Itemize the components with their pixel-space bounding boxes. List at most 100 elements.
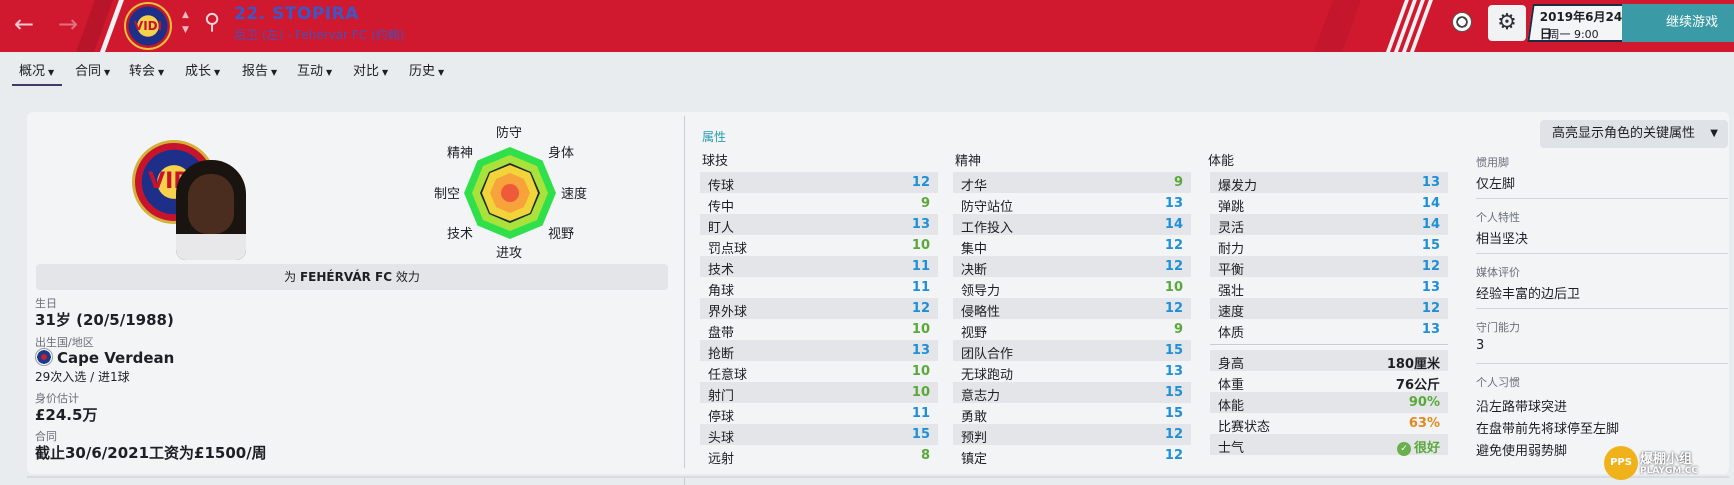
radar-label-defending: 防守 [496, 126, 523, 141]
physical-extra-row: 比赛状态 63% [1210, 413, 1448, 435]
attribute-value: 10 [911, 322, 930, 337]
player-shirt [176, 234, 246, 260]
attribute-row[interactable]: 界外球 12 [700, 298, 938, 320]
extra-name: 士气 [1218, 441, 1245, 456]
attribute-row[interactable]: 平衡 12 [1210, 256, 1448, 278]
attribute-row[interactable]: 强壮 13 [1210, 277, 1448, 299]
highlight-key-attributes-dropdown[interactable]: 高亮显示角色的关键属性 ▼ [1540, 120, 1728, 148]
arrow-right-icon: → [57, 10, 79, 38]
attribute-value: 13 [911, 217, 930, 232]
attribute-row[interactable]: 头球 15 [700, 424, 938, 446]
football-icon[interactable] [1452, 12, 1472, 32]
game-date[interactable]: 2019年6月24日 周一 9:00 [1527, 4, 1631, 42]
attribute-row[interactable]: 防守站位 13 [953, 193, 1191, 215]
attribute-name: 任意球 [708, 368, 748, 383]
attribute-value: 11 [911, 280, 930, 295]
attribute-name: 领导力 [961, 284, 1001, 299]
attribute-row[interactable]: 速度 12 [1210, 298, 1448, 320]
attribute-value: 13 [1164, 196, 1183, 211]
attribute-row[interactable]: 传中 9 [700, 193, 938, 215]
page-title: 22. STOPIRA [234, 4, 359, 24]
international-caps: 29次入选 / 进1球 [35, 370, 130, 384]
back-button[interactable]: ← [8, 8, 40, 40]
attribute-row[interactable]: 弹跳 14 [1210, 193, 1448, 215]
tab-reports[interactable]: 报告 ▼ [242, 60, 277, 79]
attribute-row[interactable]: 罚点球 10 [700, 235, 938, 257]
player-nav-arrows[interactable]: ▲ ▼ [182, 8, 189, 38]
attribute-row[interactable]: 角球 11 [700, 277, 938, 299]
forward-button[interactable]: → [52, 8, 84, 40]
attribute-name: 速度 [1218, 305, 1245, 320]
extra-name: 体能 [1218, 399, 1245, 414]
attribute-row[interactable]: 团队合作 15 [953, 340, 1191, 362]
extra-value: 180厘米 [1386, 357, 1440, 372]
separator [1476, 198, 1728, 199]
attribute-row[interactable]: 技术 11 [700, 256, 938, 278]
search-icon[interactable]: ⚲ [204, 10, 220, 35]
attribute-name: 盘带 [708, 326, 735, 341]
mental-title: 精神 [955, 154, 982, 169]
habit-item: 沿左路带球突进 [1476, 400, 1568, 415]
attribute-row[interactable]: 任意球 10 [700, 361, 938, 383]
attribute-row[interactable]: 盘带 10 [700, 319, 938, 341]
attribute-row[interactable]: 视野 9 [953, 319, 1191, 341]
attribute-row[interactable]: 远射 8 [700, 445, 938, 467]
attribute-row[interactable]: 集中 12 [953, 235, 1191, 257]
attribute-row[interactable]: 抢断 13 [700, 340, 938, 362]
player-face [188, 174, 234, 234]
chevron-down-icon[interactable]: ▼ [182, 23, 189, 38]
attribute-name: 体质 [1218, 326, 1245, 341]
attribute-row[interactable]: 领导力 10 [953, 277, 1191, 299]
chevron-up-icon[interactable]: ▲ [182, 8, 189, 23]
attribute-row[interactable]: 镇定 12 [953, 445, 1191, 467]
attribute-value: 10 [911, 385, 930, 400]
tab-contract[interactable]: 合同 ▼ [75, 60, 110, 79]
attribute-name: 决断 [961, 263, 988, 278]
attribute-row[interactable]: 工作投入 14 [953, 214, 1191, 236]
physical-extra-row: 身高 180厘米 [1210, 350, 1448, 372]
attribute-value: 9 [1173, 175, 1183, 190]
radar-label-attacking: 进攻 [496, 246, 523, 261]
attribute-row[interactable]: 才华 9 [953, 172, 1191, 194]
tab-interaction[interactable]: 互动 ▼ [297, 60, 332, 79]
attribute-row[interactable]: 传球 12 [700, 172, 938, 194]
attribute-row[interactable]: 侵略性 12 [953, 298, 1191, 320]
attribute-name: 视野 [961, 326, 988, 341]
settings-button[interactable]: ⚙ [1488, 5, 1526, 41]
attribute-row[interactable]: 盯人 13 [700, 214, 938, 236]
attribute-row[interactable]: 决断 12 [953, 256, 1191, 278]
separator [1476, 363, 1728, 364]
attribute-row[interactable]: 停球 11 [700, 403, 938, 425]
attribute-row[interactable]: 射门 10 [700, 382, 938, 404]
attribute-value: 12 [1421, 259, 1440, 274]
tab-development[interactable]: 成长 ▼ [185, 60, 220, 79]
attribute-row[interactable]: 勇敢 15 [953, 403, 1191, 425]
technical-title: 球技 [702, 154, 729, 169]
chevron-down-icon: ▼ [48, 68, 55, 77]
attribute-row[interactable]: 爆发力 13 [1210, 172, 1448, 194]
attribute-name: 集中 [961, 242, 988, 257]
attribute-row[interactable]: 耐力 15 [1210, 235, 1448, 257]
attribute-value: 9 [1173, 322, 1183, 337]
contract-value: 截止30/6/2021工资为£1500/周 [35, 444, 267, 462]
club-badge[interactable]: VIDI [124, 2, 172, 50]
chevron-down-icon: ▼ [382, 68, 389, 77]
tab-compare[interactable]: 对比 ▼ [353, 60, 388, 79]
attribute-name: 技术 [708, 263, 735, 278]
tab-transfer[interactable]: 转会 ▼ [129, 60, 164, 79]
separator [1476, 308, 1728, 309]
attribute-value: 15 [1164, 385, 1183, 400]
attribute-row[interactable]: 预判 12 [953, 424, 1191, 446]
club-link[interactable]: FEHÉRVÁR FC [300, 270, 392, 284]
player-photo [176, 160, 246, 260]
watermark-title: 爆棚小组 [1640, 452, 1693, 467]
attribute-row[interactable]: 意志力 15 [953, 382, 1191, 404]
nationality-value[interactable]: Cape Verdean [35, 348, 174, 367]
attribute-row[interactable]: 灵活 14 [1210, 214, 1448, 236]
attribute-row[interactable]: 体质 13 [1210, 319, 1448, 341]
attribute-row[interactable]: 无球跑动 13 [953, 361, 1191, 383]
tab-overview[interactable]: 概况 ▼ [19, 60, 54, 79]
value-value: £24.5万 [35, 406, 98, 424]
tab-history[interactable]: 历史 ▼ [409, 60, 444, 79]
continue-button[interactable]: 继续游戏 [1622, 4, 1734, 42]
